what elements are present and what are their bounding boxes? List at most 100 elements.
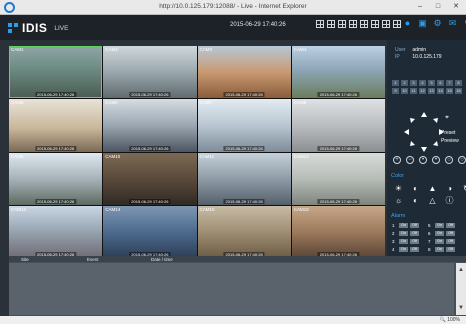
iris-close-icon[interactable]: ○	[458, 156, 466, 164]
camera-select-button[interactable]: 10	[401, 88, 408, 94]
alarm-off-button[interactable]: Off	[446, 239, 455, 244]
preset-button[interactable]: Preset	[441, 130, 455, 136]
refresh-icon[interactable]: ↻	[462, 184, 466, 193]
preview-button[interactable]: Preview	[441, 138, 459, 144]
idis-logo-icon	[8, 23, 18, 33]
maximize-button[interactable]: □	[432, 2, 444, 12]
layout-1x1-button[interactable]	[316, 20, 324, 28]
user-icon[interactable]: ●	[403, 19, 412, 28]
camera-select-button[interactable]: 16	[455, 88, 462, 94]
camera-select-button[interactable]: 12	[419, 88, 426, 94]
contrast-low-icon[interactable]: ◐	[411, 196, 420, 205]
col-event[interactable]: Event	[87, 257, 99, 262]
saturation-icon[interactable]: ▲	[428, 184, 437, 193]
alarm-on-button[interactable]: On	[399, 231, 408, 236]
alarm-row: 6 On Off	[428, 231, 455, 236]
camera-tile[interactable]: CAM1 2015-06-29 17:40:26	[9, 46, 103, 99]
ptz-home-icon[interactable]: ⌖	[445, 114, 453, 122]
zoom-level[interactable]: 🔍 100%	[440, 317, 460, 323]
settings-icon[interactable]: ⚙	[433, 19, 442, 28]
alarm-off-button[interactable]: Off	[446, 231, 455, 236]
camera-tile[interactable]: CAM7 2015-06-29 17:40:26	[197, 99, 291, 152]
camera-tile[interactable]: CAM9 2015-06-29 17:40:26	[9, 152, 103, 205]
camera-tile[interactable]: CAM4 2015-06-29 17:40:26	[291, 46, 385, 99]
camera-tile[interactable]: CAM2 2015-06-29 17:40:26	[103, 46, 197, 99]
camera-select-button[interactable]: 4	[419, 80, 426, 86]
scroll-down-icon[interactable]: ▼	[457, 304, 465, 312]
current-datetime: 2015-06-29 17:40:26	[230, 22, 286, 28]
layout-5x5-button[interactable]	[360, 20, 368, 28]
layout-fullscreen-button[interactable]	[393, 20, 401, 28]
iris-open-icon[interactable]: ○	[445, 156, 453, 164]
alarm-on-button[interactable]: On	[435, 247, 444, 252]
camera-select-button[interactable]: 15	[446, 88, 453, 94]
alarm-off-button[interactable]: Off	[446, 223, 455, 228]
browser-statusbar: 🔍 100%	[0, 316, 466, 324]
alarm-off-button[interactable]: Off	[410, 247, 419, 252]
zoom-in-icon[interactable]: +	[393, 156, 401, 164]
window-title: http://10.0.125.179:12088/ - Live - Inte…	[159, 3, 307, 10]
brightness-icon[interactable]: ☀	[394, 184, 403, 193]
camera-tile[interactable]: CAM8 2015-06-29 17:40:26	[291, 99, 385, 152]
camera-timestamp: 2015-06-29 17:40:26	[223, 198, 265, 204]
focus-far-icon[interactable]: •	[432, 156, 440, 164]
camera-select-button[interactable]: 5	[428, 80, 435, 86]
event-scrollbar[interactable]: ▲ ▼	[456, 263, 466, 315]
camera-timestamp: 2015-06-29 17:40:26	[317, 92, 359, 98]
camera-select-button[interactable]: 6	[437, 80, 444, 86]
camera-tile[interactable]: CAM6 2015-06-29 17:40:26	[103, 99, 197, 152]
alarm-on-button[interactable]: On	[399, 223, 408, 228]
info-icon[interactable]: ⓘ	[445, 196, 454, 205]
alarm-off-button[interactable]: Off	[410, 239, 419, 244]
alarm-off-button[interactable]: Off	[446, 247, 455, 252]
chat-icon[interactable]: ✉	[448, 19, 457, 28]
col-datetime[interactable]: Date / time	[151, 257, 173, 262]
alarm-on-button[interactable]: On	[399, 247, 408, 252]
camera-select-button[interactable]: 2	[401, 80, 408, 86]
alarm-on-button[interactable]: On	[435, 223, 444, 228]
camera-select-button[interactable]: 13	[428, 88, 435, 94]
alarm-off-button[interactable]: Off	[410, 231, 419, 236]
camera-select-button[interactable]: 1	[392, 80, 399, 86]
camera-timestamp: 2015-06-29 17:40:26	[223, 92, 265, 98]
layout-4x4-button[interactable]	[349, 20, 357, 28]
camera-tile[interactable]: CAM10 2015-06-29 17:40:26	[103, 152, 197, 205]
hue-icon[interactable]: ◑	[445, 184, 454, 193]
zoom-out-icon[interactable]: −	[406, 156, 414, 164]
alarm-on-button[interactable]: On	[435, 239, 444, 244]
camera-select-button[interactable]: 11	[410, 88, 417, 94]
ptz-arrows-icon[interactable]	[402, 110, 446, 154]
camera-select-button[interactable]: 8	[455, 80, 462, 86]
alarm-number: 2	[392, 231, 395, 236]
camera-tile[interactable]: CAM14 2015-06-29 17:40:26	[103, 205, 197, 258]
camera-tile[interactable]: CAM3 2015-06-29 17:40:26	[197, 46, 291, 99]
layout-6x6-button[interactable]	[371, 20, 379, 28]
alarm-on-button[interactable]: On	[435, 231, 444, 236]
camera-label: CAM16	[293, 206, 309, 212]
monitor-icon[interactable]: ▣	[418, 19, 427, 28]
camera-select-button[interactable]: 3	[410, 80, 417, 86]
camera-tile[interactable]: CAM13 2015-06-29 17:40:26	[9, 205, 103, 258]
camera-tile[interactable]: CAM15 2015-06-29 17:40:26	[197, 205, 291, 258]
user-key: User	[395, 47, 406, 53]
brightness-low-icon[interactable]: ☼	[394, 196, 403, 205]
camera-select-button[interactable]: 14	[437, 88, 444, 94]
focus-near-icon[interactable]: •	[419, 156, 427, 164]
alarm-off-button[interactable]: Off	[410, 223, 419, 228]
camera-tile[interactable]: CAM16 2015-06-29 17:40:26	[291, 205, 385, 258]
camera-select-button[interactable]: 9	[392, 88, 399, 94]
camera-tile[interactable]: CAM12 2015-06-29 17:40:26	[291, 152, 385, 205]
layout-3x3-button[interactable]	[338, 20, 346, 28]
camera-tile[interactable]: CAM11 2015-06-29 17:40:26	[197, 152, 291, 205]
contrast-icon[interactable]: ◐	[411, 184, 420, 193]
minimize-button[interactable]: –	[414, 2, 426, 12]
close-button[interactable]: ✕	[450, 2, 462, 12]
alarm-on-button[interactable]: On	[399, 239, 408, 244]
scroll-up-icon[interactable]: ▲	[457, 266, 465, 274]
layout-2x2-button[interactable]	[327, 20, 335, 28]
layout-custom-button[interactable]	[382, 20, 390, 28]
camera-tile[interactable]: CAM5 2015-06-29 17:40:26	[9, 99, 103, 152]
saturation-low-icon[interactable]: △	[428, 196, 437, 205]
col-site[interactable]: Site	[21, 257, 29, 262]
camera-select-button[interactable]: 7	[446, 80, 453, 86]
